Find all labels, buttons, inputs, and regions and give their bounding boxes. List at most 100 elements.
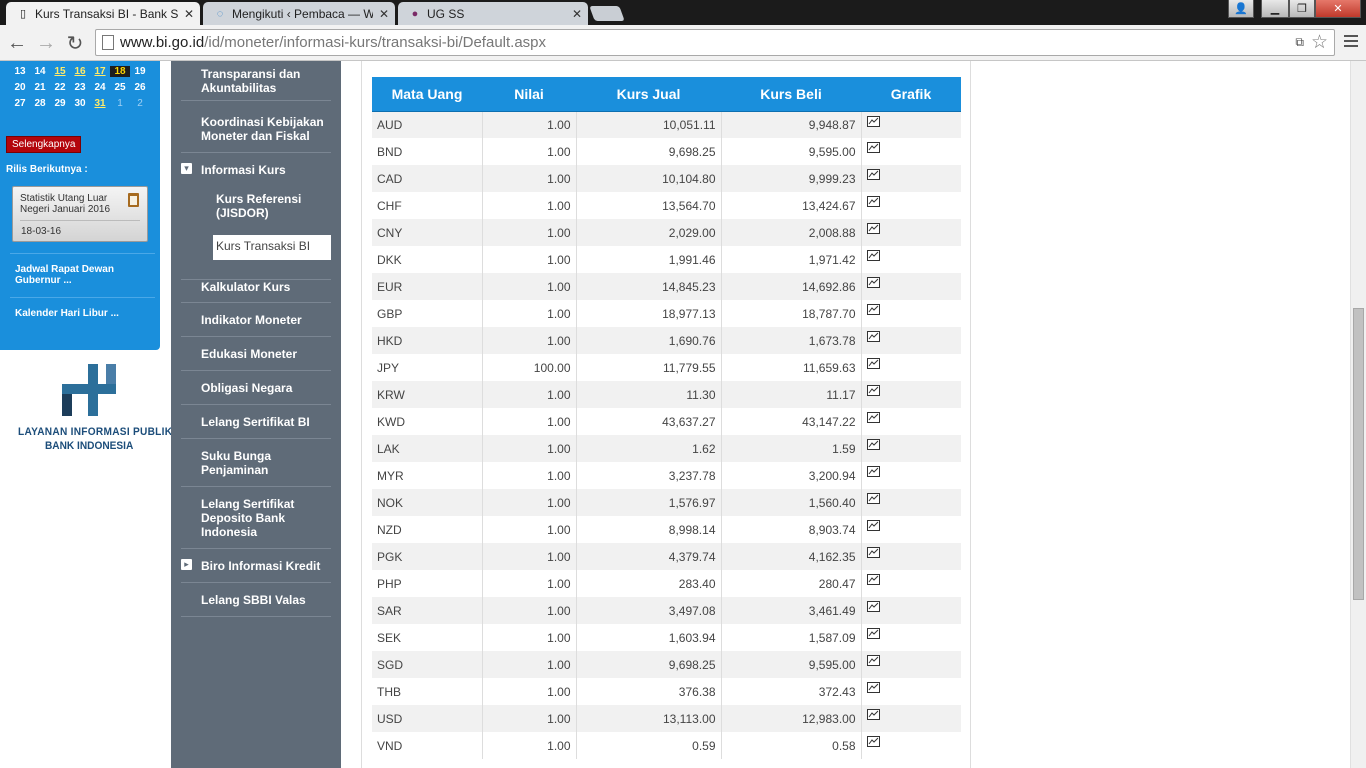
- nav-item-lelang-sbi[interactable]: Lelang Sertifikat BI: [181, 415, 331, 439]
- nav-item-suku-bunga[interactable]: Suku Bunga Penjaminan: [181, 449, 331, 487]
- browser-tab-mengikuti[interactable]: ◌ Mengikuti ‹ Pembaca — W ✕: [203, 2, 395, 25]
- nav-sub-kurs-referensi[interactable]: Kurs Referensi (JISDOR): [213, 192, 331, 220]
- chart-icon[interactable]: [866, 439, 880, 450]
- grafik-cell: [861, 273, 961, 300]
- nav-item-koordinasi[interactable]: Koordinasi Kebijakan Moneter dan Fiskal: [181, 115, 331, 153]
- layanan-informasi-publik-logo[interactable]: LAYANAN INFORMASI PUBLIK BANK INDONESIA: [18, 364, 172, 454]
- chart-icon[interactable]: [866, 358, 880, 369]
- nilai-value: 1.00: [482, 678, 577, 705]
- chart-icon[interactable]: [866, 682, 880, 693]
- jadwal-rapat-link[interactable]: Jadwal Rapat Dewan Gubernur ...: [15, 264, 145, 286]
- kurs-beli-value: 1,587.09: [721, 624, 862, 651]
- nav-item-lelang-deposito[interactable]: Lelang Sertifikat Deposito Bank Indonesi…: [181, 497, 331, 549]
- back-arrow-icon[interactable]: ←: [5, 31, 29, 55]
- close-icon[interactable]: ✕: [379, 7, 389, 21]
- kurs-beli-value: 1,560.40: [721, 489, 862, 516]
- currency-code: CNY: [372, 219, 483, 246]
- window-close-button[interactable]: ✕: [1315, 0, 1361, 18]
- browser-tab-kurs[interactable]: ▯ Kurs Transaksi BI - Bank S ✕: [6, 2, 200, 25]
- chart-icon[interactable]: [866, 547, 880, 558]
- table-row: AUD 1.00 10,051.11 9,948.87: [372, 111, 961, 138]
- browser-tab-ugss[interactable]: ● UG SS ✕: [398, 2, 588, 25]
- reload-icon[interactable]: ↻: [63, 31, 87, 55]
- bookmark-star-icon[interactable]: ☆: [1311, 31, 1328, 54]
- chart-icon[interactable]: [866, 250, 880, 261]
- chart-icon[interactable]: [866, 466, 880, 477]
- chart-icon[interactable]: [866, 142, 880, 153]
- kurs-jual-value: 4,379.74: [576, 543, 722, 570]
- kurs-beli-value: 8,903.74: [721, 516, 862, 543]
- calendar-day-link[interactable]: 16: [70, 66, 90, 77]
- kurs-jual-value: 1.62: [576, 435, 722, 462]
- grafik-cell: [861, 246, 961, 273]
- table-row: NZD 1.00 8,998.14 8,903.74: [372, 516, 961, 543]
- tab-title: Mengikuti ‹ Pembaca — W: [232, 6, 373, 21]
- calendar-day-link[interactable]: 17: [90, 66, 110, 77]
- chart-icon[interactable]: [866, 115, 880, 127]
- table-header-row: Mata Uang Nilai Kurs Jual Kurs Beli Graf…: [372, 77, 961, 112]
- grafik-cell: [861, 408, 961, 435]
- grafik-cell: [861, 597, 961, 624]
- chart-icon[interactable]: [866, 223, 880, 234]
- release-card[interactable]: Statistik Utang Luar Negeri Januari 2016…: [12, 186, 148, 242]
- calendar-day-today[interactable]: 18: [110, 66, 130, 77]
- nav-item-biro[interactable]: ▸ Biro Informasi Kredit: [181, 559, 331, 583]
- nav-item-label: Biro Informasi Kredit: [201, 559, 321, 573]
- kurs-beli-value: 4,162.35: [721, 543, 862, 570]
- side-navigation: Transparansi dan Akuntabilitas Koordinas…: [171, 61, 341, 768]
- chart-icon[interactable]: [866, 196, 880, 207]
- close-icon[interactable]: ✕: [572, 7, 582, 21]
- new-tab-button[interactable]: [589, 6, 625, 21]
- vertical-scrollbar[interactable]: [1350, 61, 1366, 768]
- nav-item-edukasi[interactable]: Edukasi Moneter: [181, 347, 331, 371]
- calendar-day: 28: [34, 98, 46, 109]
- nav-item-lelang-sbbi[interactable]: Lelang SBBI Valas: [181, 593, 331, 617]
- table-row: VND 1.00 0.59 0.58: [372, 732, 961, 759]
- chart-icon[interactable]: [866, 331, 880, 342]
- chart-icon[interactable]: [866, 736, 880, 747]
- nav-item-kalkulator[interactable]: Kalkulator Kurs: [181, 279, 331, 303]
- chart-icon[interactable]: [866, 655, 880, 666]
- nav-item-informasi-kurs[interactable]: ▾ Informasi Kurs: [181, 163, 331, 183]
- calendar-day-link[interactable]: 15: [50, 66, 70, 77]
- kurs-jual-value: 18,977.13: [576, 300, 722, 327]
- menu-icon[interactable]: [1344, 35, 1358, 50]
- nav-sub-kurs-transaksi[interactable]: Kurs Transaksi BI: [213, 235, 331, 260]
- kurs-jual-value: 9,698.25: [576, 138, 722, 165]
- close-icon[interactable]: ✕: [184, 7, 194, 21]
- rilis-title: Rilis Berikutnya :: [6, 164, 88, 175]
- nav-item-obligasi[interactable]: Obligasi Negara: [181, 381, 331, 405]
- table-row: CHF 1.00 13,564.70 13,424.67: [372, 192, 961, 219]
- kurs-beli-value: 14,692.86: [721, 273, 862, 300]
- chart-icon[interactable]: [866, 277, 880, 288]
- chart-icon[interactable]: [866, 601, 880, 612]
- kurs-beli-value: 0.58: [721, 732, 862, 759]
- scrollbar-thumb[interactable]: [1353, 308, 1364, 600]
- forward-arrow-icon[interactable]: →: [34, 31, 58, 55]
- chart-icon[interactable]: [866, 412, 880, 423]
- kalender-libur-link[interactable]: Kalender Hari Libur ...: [15, 308, 145, 319]
- kurs-table: Mata Uang Nilai Kurs Jual Kurs Beli Graf…: [372, 77, 961, 759]
- calendar-day-link[interactable]: 31: [90, 98, 110, 109]
- chart-icon[interactable]: [866, 628, 880, 639]
- chart-icon[interactable]: [866, 169, 880, 180]
- chart-icon[interactable]: [866, 520, 880, 531]
- user-icon[interactable]: 👤: [1228, 0, 1254, 18]
- chart-icon[interactable]: [866, 574, 880, 585]
- nav-item-indikator[interactable]: Indikator Moneter: [181, 313, 331, 337]
- selengkapnya-button[interactable]: Selengkapnya: [6, 136, 82, 153]
- nav-item-transparansi[interactable]: Transparansi dan Akuntabilitas: [181, 67, 331, 101]
- table-row: CNY 1.00 2,029.00 2,008.88: [372, 219, 961, 246]
- table-row: BND 1.00 9,698.25 9,595.00: [372, 138, 961, 165]
- chart-icon[interactable]: [866, 709, 880, 720]
- url-text[interactable]: www.bi.go.id/id/moneter/informasi-kurs/t…: [120, 34, 546, 51]
- chart-icon[interactable]: [866, 493, 880, 504]
- chart-icon[interactable]: [866, 385, 880, 396]
- address-bar[interactable]: www.bi.go.id/id/moneter/informasi-kurs/t…: [95, 29, 1335, 56]
- minimize-button[interactable]: ▁: [1261, 0, 1289, 18]
- table-row: USD 1.00 13,113.00 12,983.00: [372, 705, 961, 732]
- chart-icon[interactable]: [866, 304, 880, 315]
- maximize-button[interactable]: ❐: [1289, 0, 1315, 18]
- currency-code: DKK: [372, 246, 483, 273]
- translate-icon[interactable]: ⧉: [1295, 35, 1304, 50]
